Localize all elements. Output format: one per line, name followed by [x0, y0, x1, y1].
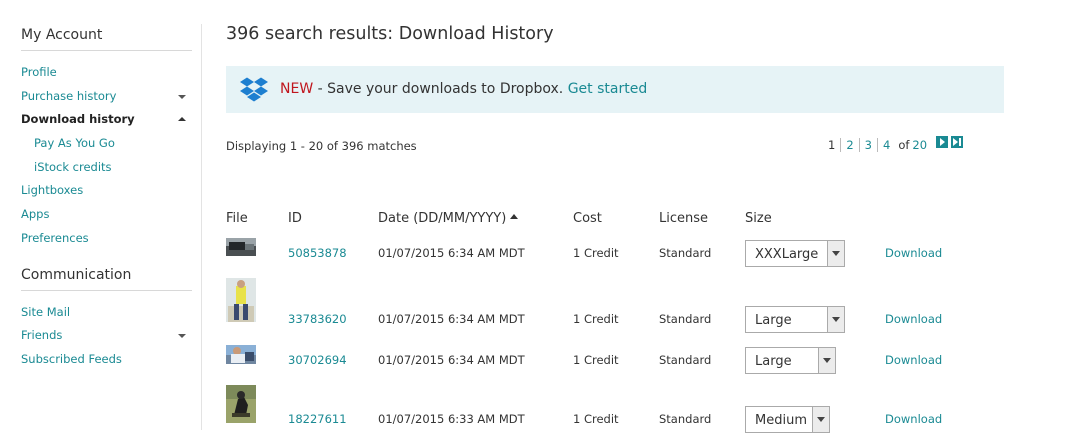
- my-account-heading: My Account: [21, 27, 192, 51]
- column-header-file: File: [226, 211, 248, 226]
- image-id-link[interactable]: 33783620: [288, 312, 347, 326]
- download-link[interactable]: Download: [885, 353, 942, 367]
- sidebar-item-subscribed-feeds[interactable]: Subscribed Feeds: [21, 348, 192, 372]
- account-nav: Profile Purchase history Download histor…: [21, 61, 192, 251]
- download-date: 01/07/2015 6:34 AM MDT: [378, 353, 525, 367]
- thumbnail-image[interactable]: [226, 385, 256, 423]
- thumbnail-image[interactable]: [226, 278, 256, 322]
- sidebar-item-site-mail[interactable]: Site Mail: [21, 301, 192, 325]
- communication-heading: Communication: [21, 267, 192, 291]
- chevron-down-icon[interactable]: [812, 407, 829, 432]
- page-title: 396 search results: Download History: [226, 24, 554, 44]
- cost-value: 1 Credit: [573, 312, 619, 326]
- banner-message: - Save your downloads to Dropbox.: [313, 81, 568, 97]
- column-header-cost[interactable]: Cost: [573, 211, 602, 226]
- sidebar-item-label: Purchase history: [21, 88, 117, 103]
- pagination: 1 2 3 4 of 20: [828, 136, 964, 152]
- download-link[interactable]: Download: [885, 312, 942, 326]
- dropbox-banner: NEW - Save your downloads to Dropbox. Ge…: [226, 66, 1004, 113]
- license-value: Standard: [659, 412, 712, 426]
- pagination-of-label: of: [898, 138, 910, 152]
- chevron-down-icon[interactable]: [178, 334, 186, 339]
- get-started-link[interactable]: Get started: [568, 81, 648, 97]
- size-select-value: XXXLarge: [755, 247, 819, 262]
- column-header-date[interactable]: Date (DD/MM/YYYY): [378, 211, 519, 226]
- communication-nav: Site Mail Friends Subscribed Feeds: [21, 301, 192, 372]
- sidebar-item-label: Friends: [21, 328, 63, 343]
- chevron-down-icon[interactable]: [818, 348, 835, 373]
- sidebar-item-istock-credits[interactable]: iStock credits: [21, 156, 192, 180]
- banner-text: NEW - Save your downloads to Dropbox. Ge…: [280, 81, 647, 97]
- size-select[interactable]: Medium: [745, 406, 830, 433]
- size-select[interactable]: Large: [745, 306, 845, 333]
- page-2-link[interactable]: 2: [840, 138, 858, 152]
- sidebar-item-preferences[interactable]: Preferences: [21, 227, 192, 251]
- sidebar-item-pay-as-you-go[interactable]: Pay As You Go: [21, 132, 192, 156]
- license-value: Standard: [659, 353, 712, 367]
- image-id-link[interactable]: 50853878: [288, 246, 347, 260]
- results-count: Displaying 1 - 20 of 396 matches: [226, 139, 417, 153]
- sidebar-item-profile[interactable]: Profile: [21, 61, 192, 85]
- license-value: Standard: [659, 246, 712, 260]
- image-id-link[interactable]: 18227611: [288, 412, 347, 426]
- chevron-down-icon[interactable]: [827, 307, 844, 332]
- size-select-value: Medium: [755, 413, 807, 428]
- size-select[interactable]: Large: [745, 347, 836, 374]
- download-date: 01/07/2015 6:34 AM MDT: [378, 312, 525, 326]
- sidebar: My Account Profile Purchase history Down…: [21, 0, 192, 372]
- sidebar-item-apps[interactable]: Apps: [21, 203, 192, 227]
- chevron-down-icon[interactable]: [178, 94, 186, 99]
- last-page-icon[interactable]: [951, 136, 964, 148]
- download-date: 01/07/2015 6:34 AM MDT: [378, 246, 525, 260]
- next-page-icon[interactable]: [936, 136, 949, 148]
- page-4-link[interactable]: 4: [876, 138, 895, 152]
- download-link[interactable]: Download: [885, 246, 942, 260]
- chevron-up-icon[interactable]: [178, 117, 186, 122]
- last-page-link[interactable]: 20: [909, 138, 927, 152]
- column-header-license[interactable]: License: [659, 211, 708, 226]
- size-select[interactable]: XXXLarge: [745, 240, 845, 267]
- download-date: 01/07/2015 6:33 AM MDT: [378, 412, 525, 426]
- download-link[interactable]: Download: [885, 412, 942, 426]
- sidebar-item-friends[interactable]: Friends: [21, 324, 192, 348]
- cost-value: 1 Credit: [573, 246, 619, 260]
- page-3-link[interactable]: 3: [858, 138, 877, 152]
- license-value: Standard: [659, 312, 712, 326]
- image-id-link[interactable]: 30702694: [288, 353, 347, 367]
- column-header-date-label: Date (DD/MM/YYYY): [378, 211, 507, 226]
- size-select-value: Large: [755, 354, 792, 369]
- chevron-down-icon[interactable]: [827, 241, 844, 266]
- new-badge: NEW: [280, 81, 314, 97]
- sidebar-item-purchase-history[interactable]: Purchase history: [21, 85, 192, 109]
- sidebar-item-label: Download history: [21, 112, 135, 127]
- dropbox-icon: [240, 77, 268, 102]
- sidebar-divider: [201, 24, 202, 430]
- column-header-id[interactable]: ID: [288, 211, 302, 226]
- page-1-current: 1: [828, 138, 836, 152]
- thumbnail-image[interactable]: [226, 345, 256, 364]
- cost-value: 1 Credit: [573, 353, 619, 367]
- thumbnail-image[interactable]: [226, 238, 256, 256]
- sidebar-item-lightboxes[interactable]: Lightboxes: [21, 179, 192, 203]
- cost-value: 1 Credit: [573, 412, 619, 426]
- size-select-value: Large: [755, 313, 792, 328]
- sidebar-item-download-history[interactable]: Download history: [21, 108, 192, 132]
- sort-ascending-icon: [510, 214, 519, 219]
- column-header-size: Size: [745, 211, 772, 226]
